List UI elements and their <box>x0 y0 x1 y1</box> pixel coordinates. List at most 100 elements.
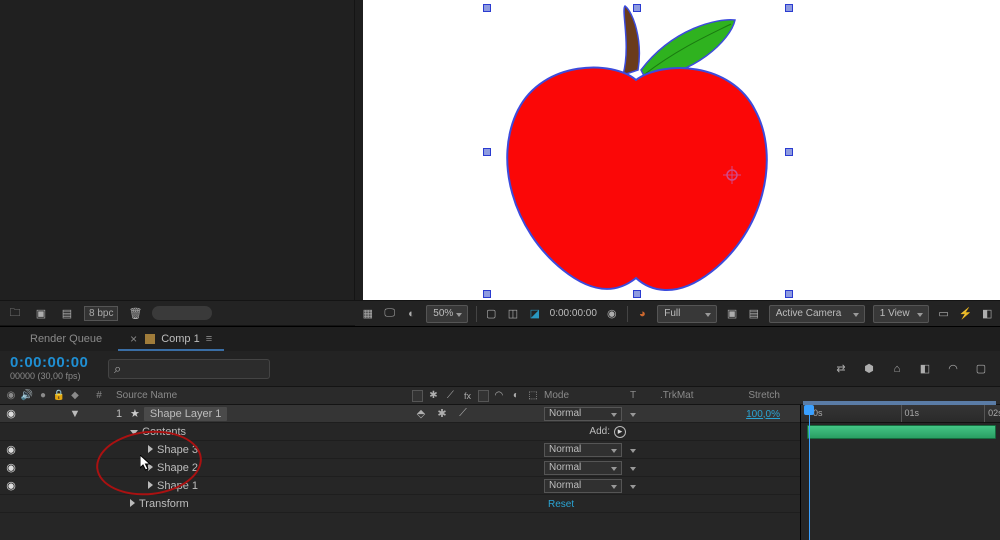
folder-icon[interactable]: 🗀 <box>6 304 24 322</box>
switch-shy-icon[interactable] <box>412 390 423 402</box>
shape-mode-select[interactable]: Normal <box>544 443 622 457</box>
twirl-icon[interactable] <box>130 499 135 507</box>
tab-comp1[interactable]: × Comp 1 ≡ <box>118 329 224 351</box>
views-value: 1 View <box>880 308 910 319</box>
switch-mb-icon[interactable]: ◠ <box>492 387 506 405</box>
switch-av-icon[interactable]: ✱ <box>426 387 440 405</box>
mode-col[interactable]: Mode <box>540 390 630 401</box>
preview-time[interactable]: 0:00:00:00 <box>550 308 597 319</box>
pixel-aspect-icon[interactable]: ▭ <box>937 305 951 323</box>
stretch-col[interactable]: Stretch <box>720 390 790 401</box>
tab-render-queue[interactable]: Render Queue <box>18 329 114 351</box>
switch-3d-icon[interactable]: ⬚ <box>526 387 540 405</box>
shape-mode-select[interactable]: Normal <box>544 461 622 475</box>
label-col-icon[interactable]: ◆ <box>68 390 82 401</box>
snapshot-icon[interactable]: ◉ <box>605 305 619 323</box>
frame-blend-icon[interactable]: ◧ <box>916 360 934 378</box>
close-icon[interactable]: × <box>130 332 137 346</box>
shape-name[interactable]: Shape 1 <box>157 480 198 492</box>
tab-menu-icon[interactable]: ≡ <box>206 333 212 345</box>
t-col[interactable]: T <box>630 390 660 401</box>
reset-button[interactable]: Reset <box>544 499 574 510</box>
twirl-toggle[interactable]: ▼ <box>68 408 82 420</box>
draft3d-icon[interactable]: ⬢ <box>860 360 878 378</box>
visibility-toggle[interactable]: ◉ <box>4 461 18 474</box>
trash-icon[interactable]: 🗑 <box>126 304 144 322</box>
timeline-panel[interactable]: Render Queue × Comp 1 ≡ 0:00:00:00 00000… <box>0 326 1000 540</box>
guides-icon[interactable]: ◫ <box>506 305 520 323</box>
toggle-transparency-icon[interactable]: ▦ <box>361 305 375 323</box>
layer-sw1-icon[interactable]: ⬘ <box>412 405 430 423</box>
mask-icon[interactable]: ◐ <box>405 305 419 323</box>
zoom-value: 50% <box>433 308 453 319</box>
roi-icon[interactable]: ◪ <box>528 305 542 323</box>
stretch-value[interactable]: 100,0% <box>746 409 780 420</box>
key-marker <box>809 483 810 493</box>
twirl-icon[interactable] <box>148 463 153 471</box>
mode-value: Normal <box>549 462 581 473</box>
composition-canvas[interactable] <box>363 0 1000 300</box>
audio-col-icon[interactable]: 🔊 <box>20 390 34 401</box>
exposure-icon[interactable]: ◧ <box>980 305 994 323</box>
project-panel[interactable] <box>0 0 355 326</box>
shape-name[interactable]: Shape 3 <box>157 444 198 456</box>
layer-name[interactable]: Shape Layer 1 <box>144 407 228 421</box>
key-marker <box>809 447 810 457</box>
twirl-icon[interactable] <box>130 430 138 435</box>
lock-col-icon[interactable]: 🔒 <box>52 390 66 401</box>
fast-preview-icon[interactable]: ⚡ <box>959 305 973 323</box>
motion-blur-icon[interactable]: ◠ <box>944 360 962 378</box>
tab-label: Comp 1 <box>161 333 200 345</box>
visibility-toggle[interactable]: ◉ <box>4 443 18 456</box>
layer-sw2-icon[interactable]: ✱ <box>433 405 451 423</box>
visibility-col-icon[interactable]: ◉ <box>4 390 18 401</box>
bpc-button[interactable]: 8 bpc <box>84 306 118 321</box>
work-area-bar[interactable] <box>803 401 996 405</box>
mode-value: Normal <box>549 444 581 455</box>
graph-editor-icon[interactable]: ▢ <box>972 360 990 378</box>
layer-index: 1 <box>116 408 130 420</box>
grid-icon[interactable]: ▢ <box>484 305 498 323</box>
views-select[interactable]: 1 View <box>873 305 929 323</box>
solo-col-icon[interactable]: ● <box>36 390 50 401</box>
time-ruler[interactable]: 0s 01s 02s <box>801 405 1000 423</box>
timeline-track-area[interactable]: 0s 01s 02s <box>800 405 1000 540</box>
project-settings-icon[interactable]: ▤ <box>58 304 76 322</box>
timeline-search-input[interactable] <box>108 359 270 379</box>
transform-label: Transform <box>139 498 189 510</box>
shape-name[interactable]: Shape 2 <box>157 462 198 474</box>
switch-fx2-icon[interactable]: fx <box>460 387 474 405</box>
visibility-toggle[interactable]: ◉ <box>4 407 18 420</box>
switch-adj-icon[interactable]: ◐ <box>509 387 523 405</box>
switch-quality-icon[interactable] <box>478 390 489 402</box>
zoom-select[interactable]: 50% <box>426 305 467 323</box>
channel-icon[interactable]: ◕ <box>635 305 649 323</box>
layer-sw3-icon[interactable]: ⟋ <box>454 405 472 423</box>
new-comp-icon[interactable]: ▣ <box>32 304 50 322</box>
index-col[interactable]: # <box>88 390 110 401</box>
twirl-icon[interactable] <box>148 481 153 489</box>
composition-panel[interactable]: ▦ 🖵 ◐ 50% ▢ ◫ ◪ 0:00:00:00 ◉ ◕ Full ▣ ▤ … <box>355 0 1000 326</box>
visibility-toggle[interactable]: ◉ <box>4 479 18 492</box>
camera-value: Active Camera <box>776 308 842 319</box>
view-icon[interactable]: ▣ <box>725 305 739 323</box>
key-marker <box>809 501 810 511</box>
add-button[interactable]: ▸ <box>614 426 626 438</box>
shape-mode-select[interactable]: Normal <box>544 479 622 493</box>
contents-label: Contents <box>142 426 186 438</box>
current-timecode[interactable]: 0:00:00:00 <box>10 354 98 371</box>
comp-mini-flow-icon[interactable]: ⇄ <box>832 360 850 378</box>
monitor-icon[interactable]: 🖵 <box>383 305 397 323</box>
camera-select[interactable]: Active Camera <box>769 305 865 323</box>
twirl-icon[interactable] <box>148 445 153 453</box>
resolution-select[interactable]: Full <box>657 305 717 323</box>
shy-icon[interactable]: ⌂ <box>888 360 906 378</box>
search-pill[interactable] <box>152 306 212 320</box>
layer-mode-select[interactable]: Normal <box>544 407 622 421</box>
3d-icon[interactable]: ▤ <box>747 305 761 323</box>
trkmat-col[interactable]: .TrkMat <box>660 390 720 401</box>
add-label: Add: <box>589 426 610 437</box>
layer-duration-bar[interactable] <box>807 425 996 439</box>
sourcename-col[interactable]: Source Name <box>110 390 410 401</box>
switch-fx-icon[interactable]: ⟋ <box>443 387 457 405</box>
